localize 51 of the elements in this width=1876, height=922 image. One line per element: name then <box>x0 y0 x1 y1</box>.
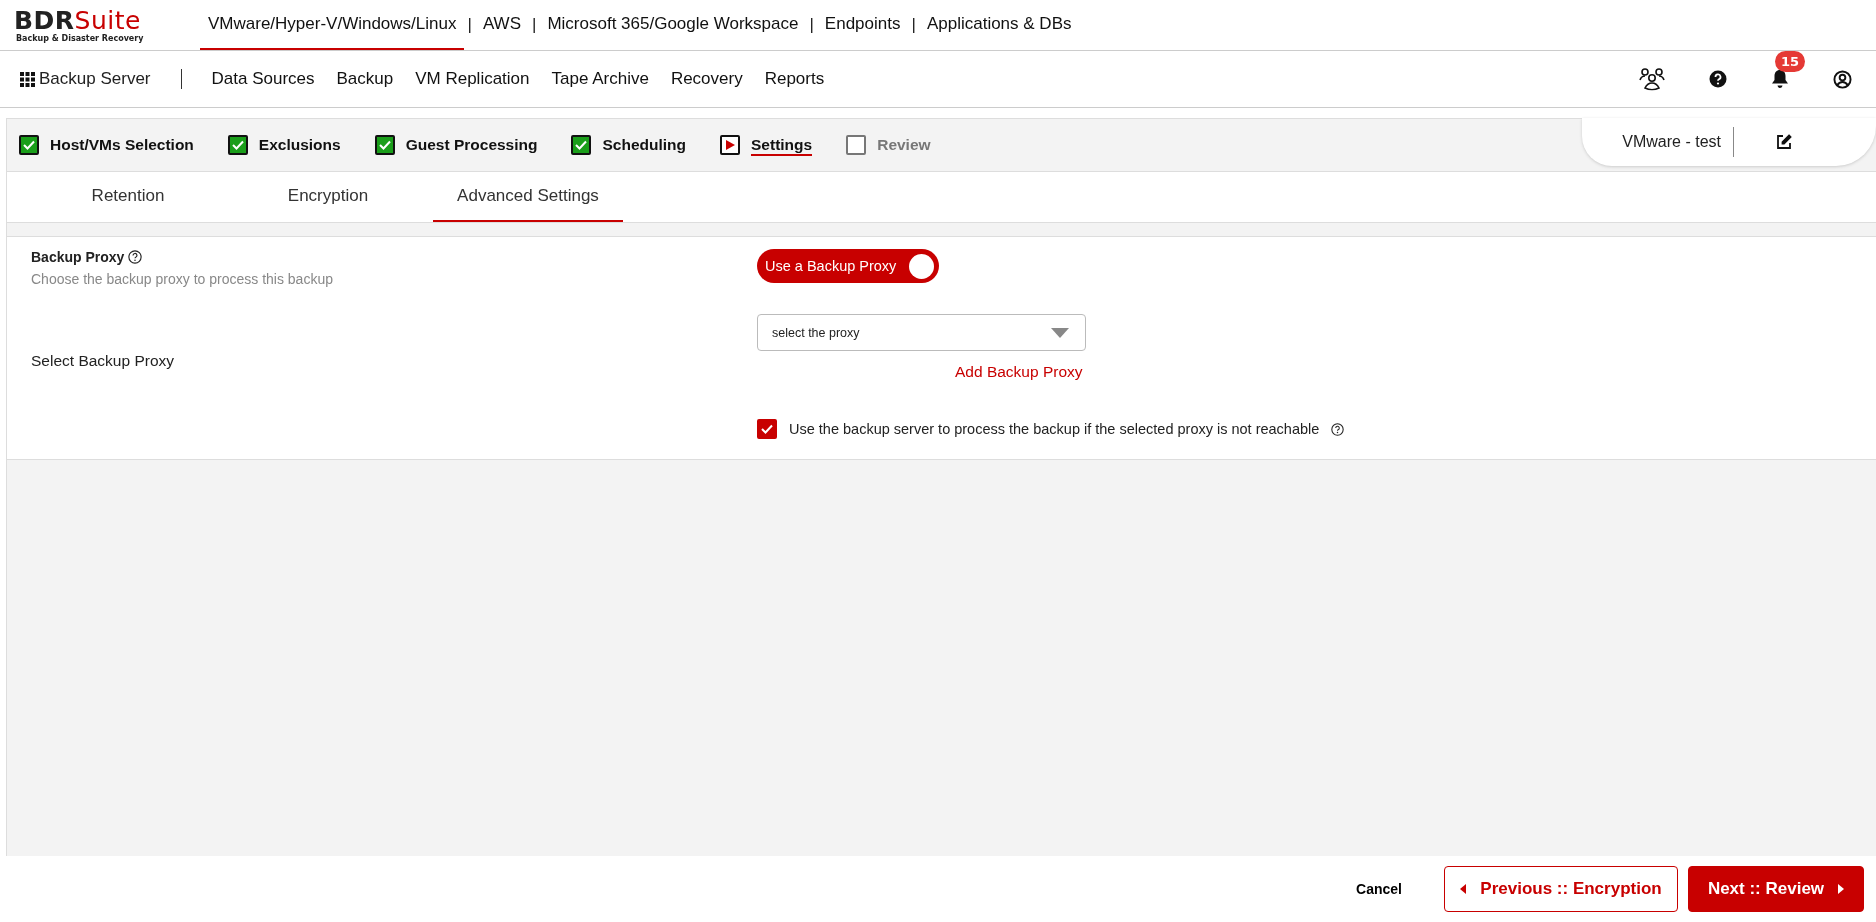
wizard-step[interactable]: Scheduling <box>602 134 687 156</box>
sub-tab[interactable]: Advanced Settings <box>433 172 623 222</box>
field-label: Select Backup Proxy <box>31 352 175 370</box>
caret-down-icon <box>1051 327 1069 338</box>
wizard-step[interactable]: Review <box>877 134 931 156</box>
grid-menu-icon[interactable] <box>20 71 35 87</box>
sub-tab[interactable]: Retention <box>33 172 223 222</box>
checkmark-icon <box>575 140 588 150</box>
separator-text: | <box>466 14 473 36</box>
cancel-button[interactable]: Cancel <box>1350 880 1408 898</box>
fallback-checkbox[interactable] <box>757 419 777 439</box>
wizard-step[interactable]: Exclusions <box>258 134 341 156</box>
product-tab[interactable]: Applications & DBs <box>918 0 1080 50</box>
section-title: Backup Proxy <box>31 249 125 265</box>
next-button[interactable]: Next :: Review <box>1688 866 1864 912</box>
separator-text: | <box>808 14 815 36</box>
logo-tagline: Backup & Disaster Recovery <box>16 33 145 43</box>
add-proxy-link[interactable]: Add Backup Proxy <box>955 363 1083 381</box>
proxy-dropdown[interactable]: select the proxy <box>757 314 1086 351</box>
caret-left-icon <box>1460 884 1467 894</box>
sub-tab[interactable]: Encryption <box>233 172 423 222</box>
logo-wordmark: BDRSuite <box>14 7 141 34</box>
checkbox-label: Use the backup server to process the backup if the selected proxy is not reachable <box>789 421 1320 437</box>
proxy-toggle[interactable]: Use a Backup Proxy <box>757 249 939 283</box>
wizard-step[interactable]: Guest Processing <box>405 134 538 156</box>
wizard-step[interactable]: Host/VMs Selection <box>50 134 194 156</box>
notification-count: 15 <box>1775 51 1806 72</box>
separator-text: | <box>910 14 917 36</box>
nav-link[interactable]: VM Replication <box>415 69 530 89</box>
nav-link[interactable]: Backup <box>336 69 394 89</box>
product-tab[interactable]: Microsoft 365/Google Workspace <box>539 0 807 50</box>
help-icon[interactable] <box>128 250 143 264</box>
separator-text: | <box>531 14 538 36</box>
section-description: Choose the backup proxy to process this backup <box>31 271 334 287</box>
nav-link[interactable]: Data Sources <box>211 69 315 89</box>
checkmark-icon <box>761 424 773 434</box>
checkmark-icon <box>23 140 35 150</box>
checkmark-icon <box>231 140 244 150</box>
wizard-step[interactable]: Settings <box>751 134 813 156</box>
product-tab[interactable]: AWS <box>474 0 529 50</box>
nav-link[interactable]: Recovery <box>670 69 743 89</box>
nav-link[interactable]: Tape Archive <box>551 69 649 89</box>
previous-button[interactable]: Previous :: Encryption <box>1444 866 1678 912</box>
product-tab[interactable]: Endpoints <box>816 0 909 50</box>
app-title: Backup Server <box>39 69 151 89</box>
job-name: VMware - test <box>1622 127 1734 157</box>
product-tab[interactable]: VMware/Hyper-V/Windows/Linux <box>200 0 465 50</box>
help-icon[interactable] <box>1331 422 1345 436</box>
nav-link[interactable]: Reports <box>764 69 825 89</box>
checkmark-icon <box>378 140 391 150</box>
caret-right-icon <box>1838 884 1845 894</box>
